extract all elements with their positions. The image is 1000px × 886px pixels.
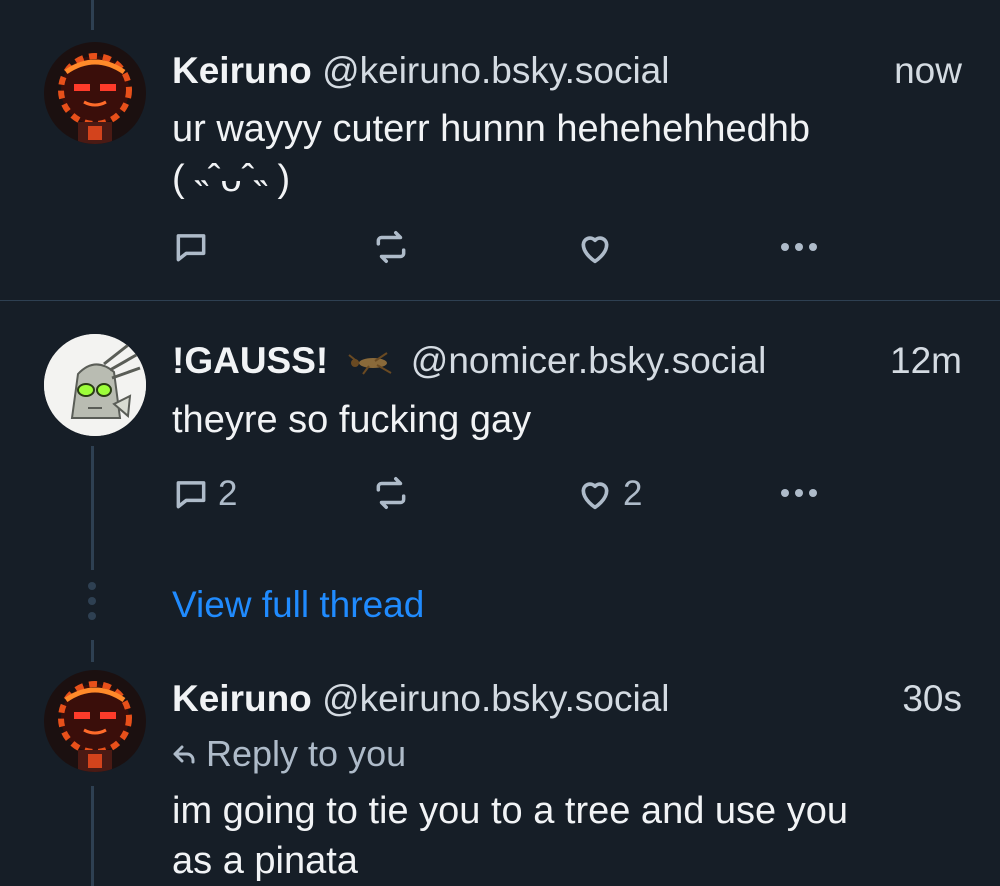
reply-indicator[interactable]: Reply to you — [172, 733, 406, 775]
avatar-gauss[interactable] — [44, 334, 146, 436]
more-icon — [781, 489, 817, 497]
repost-icon — [376, 477, 406, 509]
like-icon — [581, 482, 609, 510]
thread-connector-top — [91, 0, 94, 30]
post-header: !GAUSS! @nomicer.bsky.social — [172, 340, 766, 384]
reply-button[interactable]: 2 — [172, 474, 237, 514]
author-name[interactable]: Keiruno — [172, 678, 312, 719]
avatar-keiruno[interactable] — [44, 42, 146, 144]
more-button[interactable] — [777, 474, 821, 512]
reply-to-label: Reply to you — [206, 733, 407, 774]
insect-emoji-icon — [345, 342, 395, 384]
more-icon — [781, 243, 817, 251]
author-name[interactable]: !GAUSS! — [172, 340, 328, 381]
like-icon — [581, 236, 609, 264]
repost-button[interactable] — [372, 474, 410, 512]
reply-count: 2 — [218, 474, 238, 513]
thread-connector — [91, 640, 94, 662]
post-header: Keiruno @keiruno.bsky.social — [172, 50, 669, 92]
author-name[interactable]: Keiruno — [172, 50, 312, 91]
post-time[interactable]: now — [894, 50, 962, 92]
thread-connector — [91, 786, 94, 886]
avatar-keiruno[interactable] — [44, 670, 146, 772]
reply-icon — [176, 234, 206, 262]
post-time[interactable]: 30s — [902, 678, 962, 720]
like-button[interactable] — [575, 228, 615, 268]
post-text: ur wayyy cuterr hunnn hehehehhedhb ( ˵ˆᴗ… — [172, 108, 811, 200]
like-button[interactable]: 2 — [575, 474, 642, 514]
reply-button[interactable] — [172, 228, 210, 266]
reply-icon — [176, 481, 206, 509]
more-button[interactable] — [777, 228, 821, 266]
author-handle[interactable]: @keiruno.bsky.social — [322, 50, 669, 91]
reply-arrow-icon — [173, 745, 195, 764]
author-handle[interactable]: @nomicer.bsky.social — [411, 340, 767, 381]
thread-collapsed-dots — [88, 582, 97, 627]
like-count: 2 — [623, 474, 643, 513]
post-time[interactable]: 12m — [890, 340, 962, 382]
post-text: im going to tie you to a tree and use yo… — [172, 790, 848, 882]
post-text: theyre so fucking gay — [172, 399, 532, 441]
repost-icon — [376, 231, 406, 263]
repost-button[interactable] — [372, 228, 410, 266]
post-header: Keiruno @keiruno.bsky.social — [172, 678, 669, 720]
view-full-thread-link[interactable]: View full thread — [172, 584, 424, 626]
post-divider — [0, 300, 1000, 301]
author-handle[interactable]: @keiruno.bsky.social — [322, 678, 669, 719]
thread-connector — [91, 446, 94, 570]
